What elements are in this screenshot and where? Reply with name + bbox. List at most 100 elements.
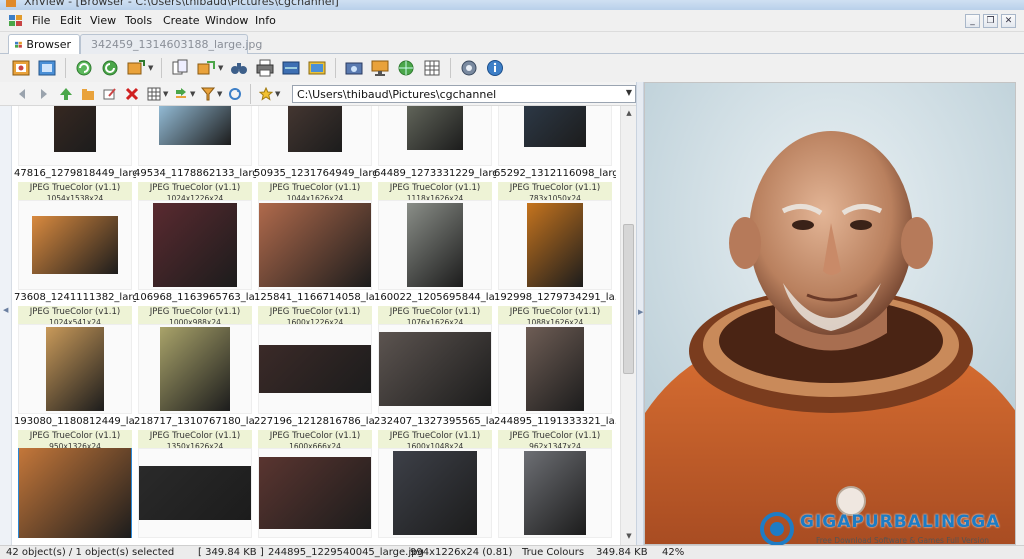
thumbnail-frame — [18, 448, 132, 538]
view-mode-button[interactable] — [144, 84, 164, 104]
thumbnail-item[interactable]: 218717_1310767180_la... JPEG TrueColor (v… — [134, 324, 256, 454]
minimize-icon[interactable]: _ — [965, 14, 980, 28]
web-button[interactable] — [395, 57, 417, 79]
folder-tree-collapsed-edge[interactable]: ◀ — [0, 106, 12, 545]
thumbnail-filename: 244895_1191333321_la... — [494, 416, 616, 427]
find-button[interactable] — [228, 57, 250, 79]
grid-icon — [424, 60, 440, 76]
xnview-menu-icon[interactable] — [8, 14, 24, 28]
tab-image[interactable]: 342459_1314603188_large.jpg — [80, 34, 262, 54]
display-button[interactable] — [369, 57, 391, 79]
scrollbar-thumb[interactable] — [623, 224, 634, 374]
close-icon[interactable]: ✕ — [1001, 14, 1016, 28]
thumbnail-frame — [378, 200, 492, 290]
chevron-down-icon[interactable]: ▼ — [148, 64, 154, 72]
menu-bar: File Edit View Tools Create Window Info … — [0, 10, 1024, 32]
chevron-down-icon[interactable]: ▼ — [218, 64, 224, 72]
thumbnail-item[interactable]: 65292_1312116098_large JPEG TrueColor (v1… — [494, 106, 616, 206]
menu-window[interactable]: Window — [201, 14, 252, 27]
thumbnail-item[interactable]: 232407_1327395565_la... JPEG TrueColor (v… — [374, 324, 496, 454]
forward-button[interactable] — [34, 84, 54, 104]
thumbnail-item[interactable]: 227196_1212816786_la... JPEG TrueColor (v… — [254, 324, 376, 454]
thumbnail-item[interactable]: 64489_1273331229_large JPEG TrueColor (v1… — [374, 106, 496, 206]
thumbnail-item[interactable]: 73608_1241111382_large JPEG TrueColor (v1… — [14, 200, 136, 330]
move-button[interactable] — [195, 57, 217, 79]
copy-button[interactable] — [169, 57, 191, 79]
scroll-down-icon[interactable]: ▼ — [624, 532, 634, 542]
thumbnail-item[interactable]: 193080_1180812449_la... JPEG TrueColor (v… — [14, 324, 136, 454]
menu-edit[interactable]: Edit — [56, 14, 85, 27]
about-button[interactable] — [484, 57, 506, 79]
sync-button[interactable] — [225, 84, 245, 104]
browser-icon — [15, 41, 22, 48]
chevron-down-icon[interactable]: ▼ — [626, 88, 632, 97]
refresh-button[interactable] — [73, 57, 95, 79]
favorites-button[interactable] — [256, 84, 276, 104]
chevron-down-icon[interactable]: ▼ — [217, 90, 223, 98]
thumbnail-frame — [138, 324, 252, 414]
menu-file[interactable]: File — [28, 14, 54, 27]
scan-button[interactable] — [280, 57, 302, 79]
thumbnail-item[interactable] — [138, 448, 252, 545]
document-tab-bar: Browser 342459_1314603188_large.jpg — [0, 32, 1024, 54]
print-button[interactable] — [254, 57, 276, 79]
sort-button[interactable] — [171, 84, 191, 104]
info-icon — [487, 60, 503, 76]
chevron-down-icon[interactable]: ▼ — [275, 90, 281, 98]
thumbnail-scrollbar[interactable]: ▲ ▼ — [620, 106, 636, 545]
thumbnail-item[interactable] — [258, 448, 372, 545]
thumbnail-item[interactable] — [378, 448, 492, 545]
home-button[interactable] — [10, 57, 32, 79]
thumbnail-item[interactable] — [498, 448, 612, 545]
thumbnail-filename: 49534_1178862133_large — [134, 168, 256, 179]
thumbnail-frame — [498, 200, 612, 290]
pane-splitter[interactable]: ▶ — [636, 82, 644, 545]
new-folder-button[interactable] — [78, 84, 98, 104]
parent-folder-button[interactable] — [56, 84, 76, 104]
menu-tools[interactable]: Tools — [121, 14, 156, 27]
thumbnail-item[interactable]: 47816_1279818449_large JPEG TrueColor (v1… — [14, 106, 136, 206]
thumbnail-image — [259, 457, 371, 529]
toolbar-separator — [250, 83, 251, 104]
forward-arrow-icon — [41, 88, 47, 99]
chevron-down-icon[interactable]: ▼ — [163, 90, 169, 98]
image-preview — [644, 82, 1016, 545]
back-button[interactable] — [12, 84, 32, 104]
filter-button[interactable] — [198, 84, 218, 104]
slideshow-button[interactable] — [306, 57, 328, 79]
thumbnail-image — [153, 203, 237, 287]
delete-button[interactable] — [122, 84, 142, 104]
thumbnail-item[interactable] — [18, 448, 132, 545]
restore-icon[interactable]: ❐ — [983, 14, 998, 28]
thumbnail-item[interactable]: 192998_1279734291_la... JPEG TrueColor (v… — [494, 200, 616, 330]
thumbnail-frame — [138, 448, 252, 538]
contact-sheet-button[interactable] — [421, 57, 443, 79]
chevron-down-icon[interactable]: ▼ — [190, 90, 196, 98]
capture-button[interactable] — [343, 57, 365, 79]
path-combobox[interactable]: C:\Users\thibaud\Pictures\cgchannel ▼ — [292, 85, 636, 103]
thumbnail-item[interactable]: 106968_1163965763_la... JPEG TrueColor (v… — [134, 200, 256, 330]
refresh-icon — [76, 60, 92, 76]
menu-info[interactable]: Info — [251, 14, 280, 27]
refresh-all-button[interactable] — [99, 57, 121, 79]
thumbnail-item[interactable]: 125841_1166714058_la... JPEG TrueColor (v… — [254, 200, 376, 330]
fullscreen-button[interactable] — [36, 57, 58, 79]
main-toolbar: ▼ ▼ — [0, 54, 1024, 82]
thumbnail-frame — [18, 200, 132, 290]
settings-button[interactable] — [458, 57, 480, 79]
filter-icon — [201, 87, 215, 100]
thumbnail-filename: 47816_1279818449_large — [14, 168, 136, 179]
window-title-bar: XnView - [Browser - C:\Users\thibaud\Pic… — [0, 0, 1024, 10]
menu-view[interactable]: View — [86, 14, 120, 27]
thumbnail-item[interactable]: 50935_1231764949_large JPEG TrueColor (v1… — [254, 106, 376, 206]
scroll-up-icon[interactable]: ▲ — [624, 109, 634, 119]
menu-create[interactable]: Create — [159, 14, 204, 27]
splitter-grip-icon: ▶ — [638, 308, 644, 316]
thumbnail-item[interactable]: 160022_1205695844_la... JPEG TrueColor (v… — [374, 200, 496, 330]
thumbnail-item[interactable]: 244895_1191333321_la... JPEG TrueColor (v… — [494, 324, 616, 454]
thumbnail-item[interactable]: 49534_1178862133_large JPEG TrueColor (v1… — [134, 106, 256, 206]
add-favorite-button[interactable] — [125, 57, 147, 79]
rename-button[interactable] — [100, 84, 120, 104]
thumbnail-frame — [258, 200, 372, 290]
tab-browser[interactable]: Browser — [8, 34, 80, 54]
